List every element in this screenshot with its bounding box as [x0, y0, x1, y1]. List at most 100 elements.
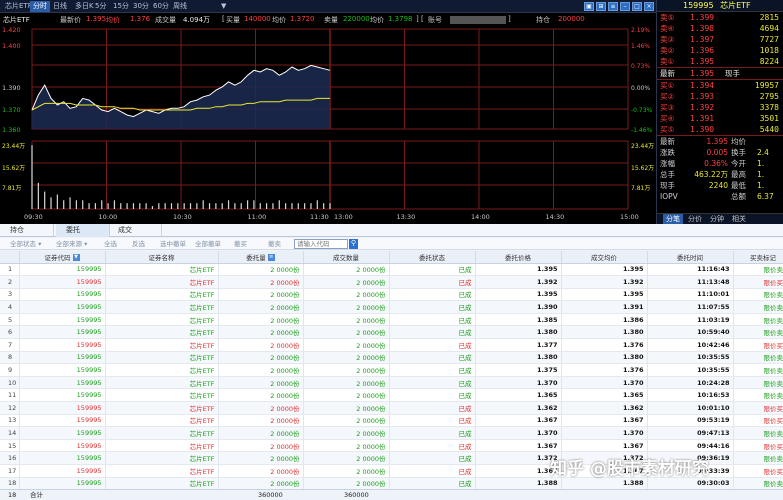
- toolbar-item-5[interactable]: 15分: [110, 1, 132, 12]
- volume-bar: [50, 197, 52, 209]
- order-qty: 2 0000份: [218, 401, 304, 415]
- sell-level[interactable]: 卖⑤ 1.399 2815: [657, 12, 783, 23]
- toolbar-action-3[interactable]: 反选: [132, 238, 145, 250]
- expand-icon[interactable]: ⊞: [596, 2, 606, 11]
- orderbook-latest-label: 最新: [660, 69, 675, 78]
- toolbar-item-2[interactable]: 日线: [50, 1, 70, 12]
- table-row[interactable]: 10 159995 芯片ETF 2 0000份 2 0000份 已成 1.370 1.370 1…: [0, 376, 783, 390]
- quote-stats: 最新 1.395 均价 涨跌 0.005 换手 2.4 涨幅 0.36% 今开 1. 总手 463.22…: [657, 136, 783, 202]
- box-icon[interactable]: ▣: [584, 2, 594, 11]
- info-buy-bracket: [: [222, 15, 225, 23]
- table-row[interactable]: 12 159995 芯片ETF 2 0000份 2 0000份 已成 1.362 1.362 1…: [0, 401, 783, 415]
- table-row[interactable]: 6 159995 芯片ETF 2 0000份 2 0000份 已成 1.380 1.380 10…: [0, 325, 783, 340]
- sell-level-volume: 1018: [759, 46, 779, 55]
- column-header[interactable]: 委托价格: [475, 251, 562, 264]
- table-row[interactable]: 8 159995 芯片ETF 2 0000份 2 0000份 已成 1.380 1.380 10…: [0, 351, 783, 365]
- tab-1[interactable]: 委托: [56, 224, 110, 237]
- code-search-input[interactable]: [294, 239, 348, 249]
- column-header[interactable]: 证券代码 ▼: [19, 251, 106, 264]
- orderbook-tab-1[interactable]: 分价: [685, 214, 705, 224]
- buy-level[interactable]: 买⑤ 1.390 5440: [657, 124, 783, 135]
- toolbar-action-5[interactable]: 全部撤单: [195, 238, 221, 250]
- order-qty: 2 0000份: [218, 426, 304, 440]
- side-mark: 限价买入: [733, 401, 783, 415]
- order-price: 1.367: [475, 414, 562, 428]
- table-row[interactable]: 3 159995 芯片ETF 2 0000份 2 0000份 已成 1.395 1.395 11…: [0, 288, 783, 302]
- table-row[interactable]: 9 159995 芯片ETF 2 0000份 2 0000份 已成 1.375 1.376 10…: [0, 363, 783, 377]
- toolbar-item-4[interactable]: 5分: [92, 1, 109, 12]
- order-price: 1.370: [475, 426, 562, 440]
- security-code: 159995: [19, 426, 106, 440]
- security-code: 159995: [19, 300, 106, 314]
- table-row[interactable]: 2 159995 芯片ETF 2 0000份 2 0000份 已成 1.392 1.392 11…: [0, 275, 783, 289]
- orderbook-tab-3[interactable]: 相关: [729, 214, 749, 224]
- intraday-chart[interactable]: 1.420 1.400 1.390 1.370 1.360 2.19% 1.46% 0.73%…: [0, 25, 656, 223]
- deal-qty: 2 0000份: [303, 401, 390, 415]
- toolbar-action-1[interactable]: 全部来源 ▾: [56, 238, 87, 250]
- order-qty: 2 0000份: [218, 376, 304, 390]
- deal-avg: 1.386: [561, 313, 648, 327]
- column-header-label: 证券名称: [148, 253, 175, 262]
- toolbar-item-1[interactable]: 分时: [30, 1, 50, 12]
- table-row[interactable]: 15 159995 芯片ETF 2 0000份 2 0000份 已成 1.367 1.367 0…: [0, 439, 783, 453]
- buy-level[interactable]: 买② 1.393 2795: [657, 91, 783, 102]
- table-row[interactable]: 1 159995 芯片ETF 2 0000份 2 0000份 已成 1.395 1.395 11…: [0, 263, 783, 277]
- deal-qty: 2 0000份: [303, 263, 390, 277]
- table-row[interactable]: 14 159995 芯片ETF 2 0000份 2 0000份 已成 1.370 1.370 0…: [0, 426, 783, 440]
- column-header[interactable]: 委托状态: [389, 251, 476, 264]
- buy-level[interactable]: 买① 1.394 19957: [657, 80, 783, 91]
- deal-qty: 2 0000份: [303, 376, 390, 390]
- toolbar-action-4[interactable]: 选中撤单: [160, 238, 186, 250]
- table-row[interactable]: 4 159995 芯片ETF 2 0000份 2 0000份 已成 1.390 1.391 11…: [0, 300, 783, 314]
- list-icon[interactable]: ≡: [608, 2, 618, 11]
- sell-level[interactable]: 卖② 1.396 1018: [657, 45, 783, 56]
- info-position: 200000: [558, 15, 585, 23]
- sort-icon[interactable]: ≡: [267, 254, 275, 262]
- order-price: 1.367: [475, 464, 562, 478]
- column-header[interactable]: 买卖标记: [733, 251, 783, 264]
- total-deal: 360000: [344, 491, 369, 499]
- table-row[interactable]: 5 159995 芯片ETF 2 0000份 2 0000份 已成 1.385 1.386 11…: [0, 313, 783, 327]
- close-icon[interactable]: ×: [644, 2, 654, 11]
- deal-qty: 2 0000份: [303, 464, 390, 478]
- column-header[interactable]: 证券名称: [105, 251, 219, 264]
- toolbar-action-6[interactable]: 撤买: [234, 238, 247, 250]
- buy-level[interactable]: 买③ 1.392 3378: [657, 102, 783, 113]
- table-row[interactable]: 7 159995 芯片ETF 2 0000份 2 0000份 已成 1.377 1.376 10…: [0, 338, 783, 352]
- table-row[interactable]: 13 159995 芯片ETF 2 0000份 2 0000份 已成 1.367 1.367 0…: [0, 414, 783, 428]
- info-sell-vol: 220000: [343, 15, 370, 23]
- x-axis-tick: 10:00: [99, 213, 118, 221]
- toolbar-action-0[interactable]: 全部状态 ▾: [10, 238, 41, 250]
- stat-row: IOPV 总额 6.37: [657, 191, 783, 202]
- sell-level-label: 卖④: [660, 24, 675, 33]
- buy-level[interactable]: 买④ 1.391 3501: [657, 113, 783, 124]
- side-mark: 限价卖出: [733, 451, 783, 465]
- tab-2[interactable]: 成交: [108, 224, 162, 237]
- orderbook-tab-2[interactable]: 分钟: [707, 214, 727, 224]
- sell-level[interactable]: 卖③ 1.397 7727: [657, 34, 783, 45]
- minimize-icon[interactable]: –: [620, 2, 630, 11]
- column-header[interactable]: 成交数量: [303, 251, 390, 264]
- stat-value: 463.22万: [694, 170, 728, 179]
- column-header[interactable]: 委托时间: [647, 251, 734, 264]
- orderbook-tabs: 分笔 分价 分钟 相关: [657, 213, 783, 224]
- toolbar-item-7[interactable]: 60分: [150, 1, 172, 12]
- search-button[interactable]: ⚲: [349, 239, 358, 249]
- volume-bar: [177, 203, 179, 209]
- chevron-down-icon[interactable]: ▼: [218, 1, 229, 12]
- column-header[interactable]: 委托量 ≡: [218, 251, 304, 264]
- sell-level-label: 卖⑤: [660, 13, 675, 22]
- sell-level[interactable]: 卖④ 1.398 4694: [657, 23, 783, 34]
- filter-icon[interactable]: ▼: [72, 254, 80, 262]
- toolbar-action-7[interactable]: 撤卖: [268, 238, 281, 250]
- orderbook-tab-0[interactable]: 分笔: [663, 214, 683, 224]
- toolbar-item-8[interactable]: 周线: [170, 1, 190, 12]
- sell-level[interactable]: 卖① 1.395 8224: [657, 56, 783, 67]
- maximize-icon[interactable]: □: [632, 2, 642, 11]
- column-header[interactable]: 成交均价: [561, 251, 648, 264]
- volume-bar: [189, 203, 192, 209]
- table-row[interactable]: 11 159995 芯片ETF 2 0000份 2 0000份 已成 1.365 1.365 1…: [0, 388, 783, 403]
- toolbar-item-6[interactable]: 30分: [130, 1, 152, 12]
- tab-0[interactable]: 持仓: [0, 224, 54, 237]
- toolbar-action-2[interactable]: 全选: [104, 238, 117, 250]
